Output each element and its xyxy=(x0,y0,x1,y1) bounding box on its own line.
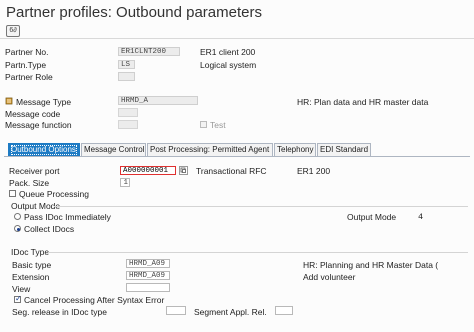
receiver-port-label: Receiver port xyxy=(9,166,60,176)
collect-idocs-radio[interactable] xyxy=(14,225,21,232)
message-type-icon xyxy=(5,97,13,105)
extension-field[interactable]: HRMD_A09 xyxy=(126,271,170,280)
message-code-field[interactable] xyxy=(118,108,138,117)
receiver-port-field[interactable]: A000000001 xyxy=(120,166,176,175)
basic-type-field[interactable]: HRMD_A09 xyxy=(126,259,170,268)
message-type-field[interactable]: HRMD_A xyxy=(118,96,198,105)
message-type-label: Message Type xyxy=(16,97,72,107)
output-mode-divider xyxy=(54,206,468,207)
extension-description: Add volunteer xyxy=(303,272,356,282)
tab-outbound-options[interactable]: Outbound Options xyxy=(8,143,80,156)
test-checkbox[interactable] xyxy=(200,121,207,128)
pack-size-field[interactable]: 1 xyxy=(120,178,130,187)
page-title: Partner profiles: Outbound parameters xyxy=(6,4,262,21)
output-mode-group-title: Output Mode xyxy=(11,201,61,211)
basic-type-description: HR: Planning and HR Master Data ( xyxy=(303,260,439,270)
output-mode-value: 4 xyxy=(418,212,424,222)
partner-role-field[interactable] xyxy=(118,72,135,81)
tab-edi-standard[interactable]: EDI Standard xyxy=(317,143,371,156)
message-code-label: Message code xyxy=(5,109,61,119)
pass-idoc-label: Pass IDoc Immediately xyxy=(24,212,111,222)
segment-appl-rel-field[interactable] xyxy=(275,306,293,315)
test-label: Test xyxy=(210,120,226,130)
partner-role-label: Partner Role xyxy=(5,72,53,82)
partner-type-description: Logical system xyxy=(200,60,257,70)
cancel-processing-checkbox[interactable] xyxy=(14,294,22,303)
value-help-icon[interactable] xyxy=(179,166,188,175)
partner-type-label: Partn.Type xyxy=(5,60,47,70)
pack-size-label: Pack. Size xyxy=(9,178,50,188)
view-label: View xyxy=(12,284,31,294)
other-partner-icon[interactable]: 6∂ xyxy=(6,25,20,37)
seg-release-label: Seg. release in IDoc type xyxy=(12,307,107,317)
segment-appl-rel-label: Segment Appl. Rel. xyxy=(194,307,267,317)
partner-no-label: Partner No. xyxy=(5,47,49,57)
message-function-label: Message function xyxy=(5,120,72,130)
tab-message-control[interactable]: Message Control xyxy=(81,143,146,156)
port-type-text: Transactional RFC xyxy=(196,166,267,176)
idoc-type-divider xyxy=(48,252,468,253)
collect-idocs-label: Collect IDocs xyxy=(24,224,75,234)
outbound-options-panel xyxy=(4,156,470,332)
queue-processing-label: Queue Processing xyxy=(19,189,89,199)
basic-type-label: Basic type xyxy=(12,260,52,270)
toolbar-divider xyxy=(0,38,474,39)
port-description: ER1 200 xyxy=(297,166,331,176)
queue-processing-checkbox[interactable] xyxy=(9,190,16,197)
output-mode-label: Output Mode xyxy=(347,212,397,222)
cancel-processing-label: Cancel Processing After Syntax Error xyxy=(24,295,165,305)
pass-idoc-radio[interactable] xyxy=(14,213,21,220)
view-field[interactable] xyxy=(126,283,170,292)
message-type-description: HR: Plan data and HR master data xyxy=(297,97,429,107)
tab-telephony[interactable]: Telephony xyxy=(274,143,316,156)
partner-no-description: ER1 client 200 xyxy=(200,47,256,57)
message-function-field[interactable] xyxy=(118,120,138,129)
extension-label: Extension xyxy=(12,272,50,282)
tab-post-processing[interactable]: Post Processing: Permitted Agent xyxy=(147,143,273,156)
seg-release-field[interactable] xyxy=(166,306,186,315)
partner-no-field[interactable]: ER1CLNT200 xyxy=(118,47,180,56)
idoc-type-group-title: IDoc Type xyxy=(11,247,50,257)
partner-type-field[interactable]: LS xyxy=(118,60,135,69)
